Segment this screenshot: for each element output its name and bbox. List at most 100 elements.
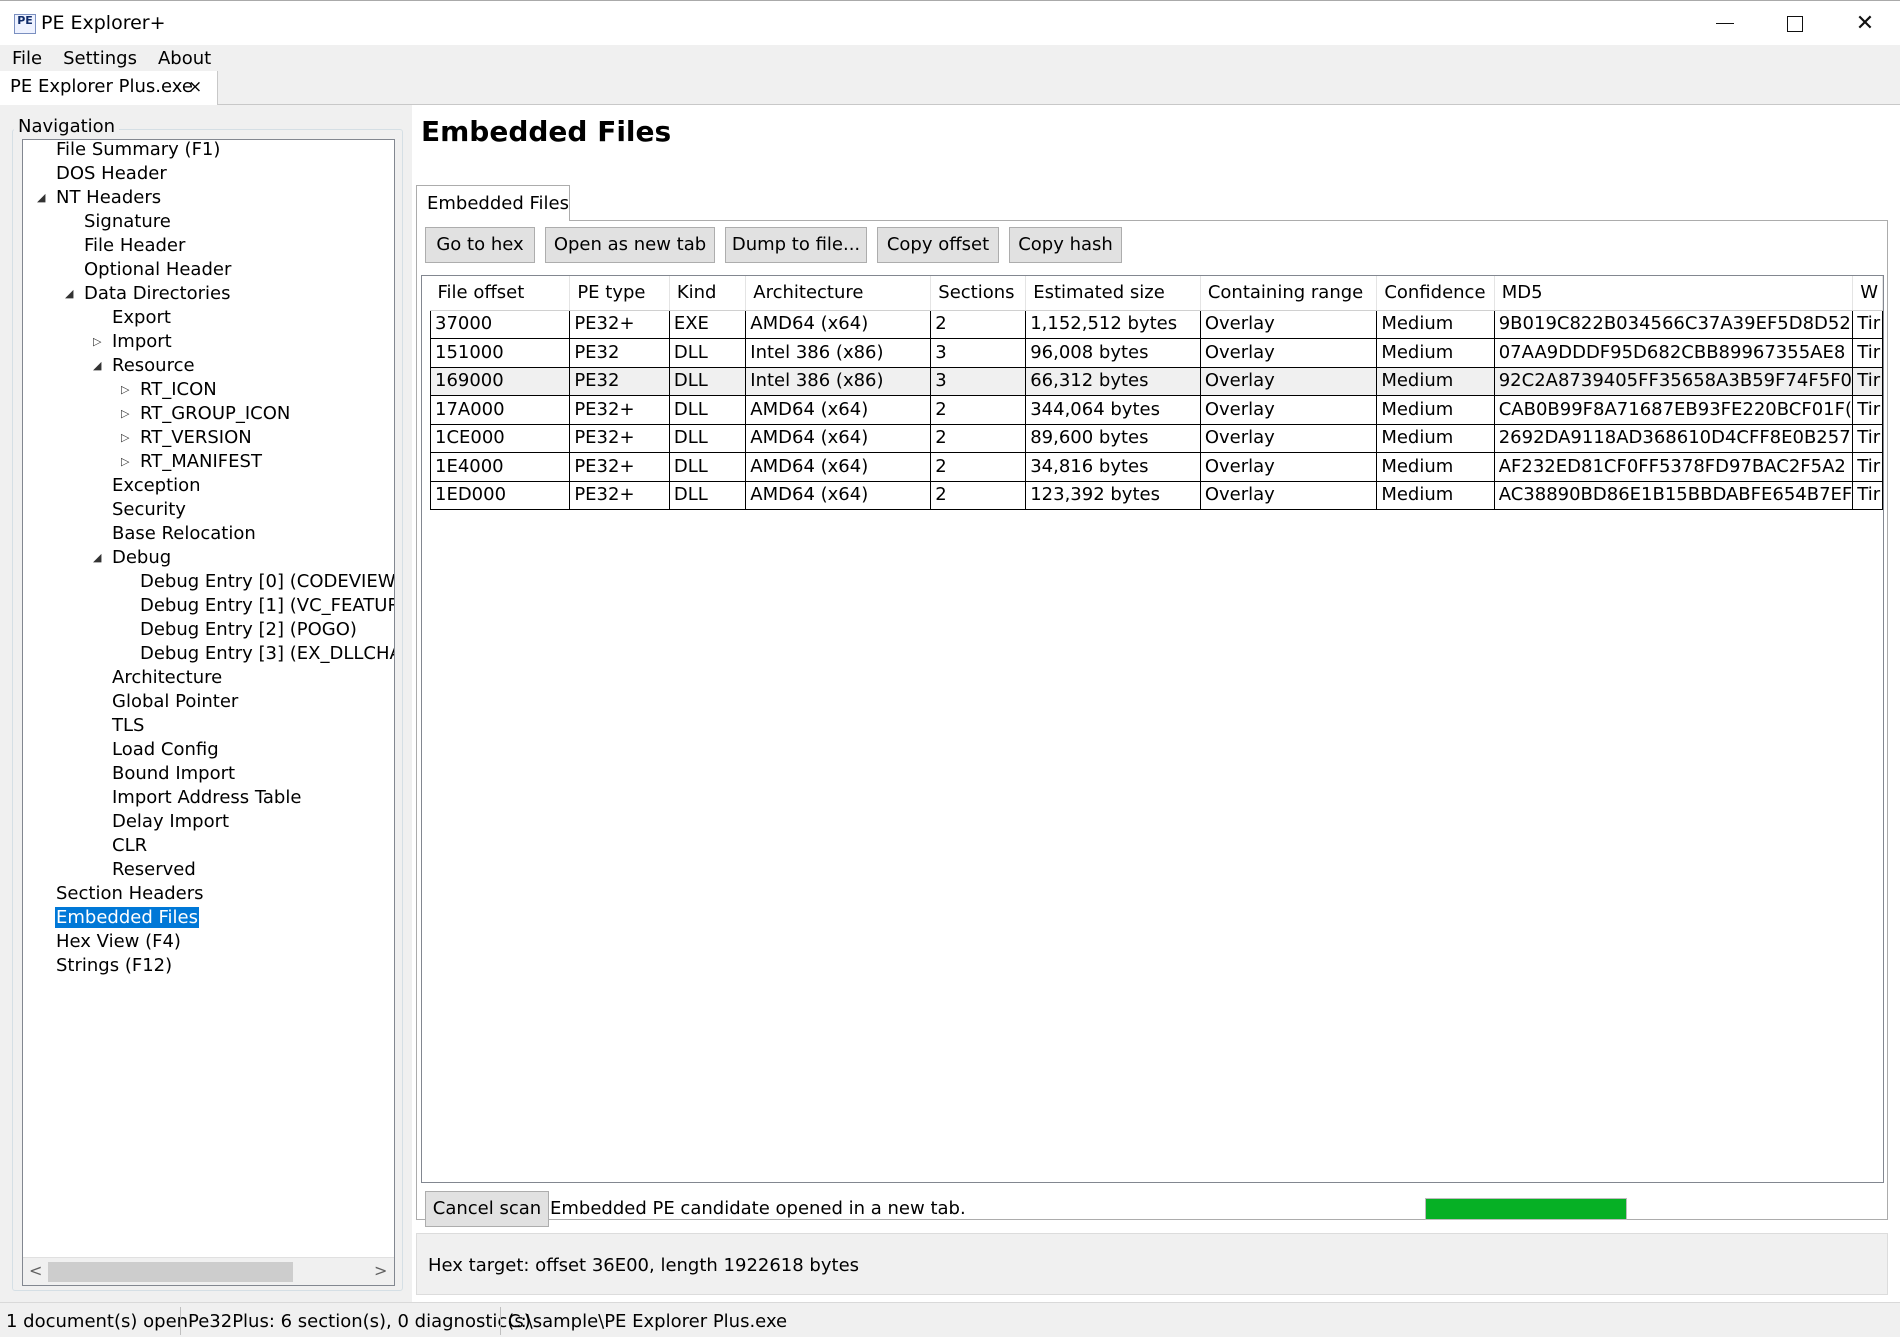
nav-item[interactable]: Global Pointer <box>111 690 239 714</box>
expanded-arrow-icon[interactable]: ◢ <box>93 354 101 378</box>
column-header[interactable]: Architecture <box>745 276 932 311</box>
menu-settings[interactable]: Settings <box>63 48 137 69</box>
table-cell: AC38890BD86E1B15BBDABFE654B7EF <box>1493 480 1854 510</box>
embedded-files-grid[interactable]: File offset PE type Kind Architecture Sectio… <box>421 275 1884 1183</box>
collapsed-arrow-icon[interactable]: ▷ <box>93 330 101 354</box>
table-cell: 151000 <box>429 338 571 368</box>
table-cell: Tir <box>1852 338 1883 368</box>
nav-item[interactable]: CLR <box>111 834 148 858</box>
collapsed-arrow-icon[interactable]: ▷ <box>121 450 129 474</box>
nav-item[interactable]: Architecture <box>111 666 223 690</box>
nav-item[interactable]: File Summary (F1) <box>55 140 221 162</box>
table-cell: Overlay <box>1199 366 1378 396</box>
nav-item[interactable]: ◢ Data Directories <box>65 282 231 306</box>
nav-item[interactable]: ▷ RT_ICON <box>121 378 218 402</box>
column-header[interactable]: Confidence <box>1376 276 1495 311</box>
column-header[interactable]: Sections <box>930 276 1027 311</box>
column-header[interactable]: Estimated size <box>1025 276 1201 311</box>
nav-item[interactable]: Debug Entry [3] (EX_DLLCHARACTERISTICS) <box>139 642 394 666</box>
table-row[interactable]: 1ED000 PE32+ DLL AMD64 (x64) 2 123,392 bytes O… <box>429 480 1883 510</box>
nav-item[interactable]: TLS <box>111 714 145 738</box>
expanded-arrow-icon[interactable]: ◢ <box>37 186 45 210</box>
menu-file[interactable]: File <box>12 48 42 69</box>
expanded-arrow-icon[interactable]: ◢ <box>93 546 101 570</box>
tab-close-icon[interactable]: × <box>188 77 202 97</box>
nav-item[interactable]: ◢ NT Headers <box>37 186 162 210</box>
nav-item[interactable]: DOS Header <box>55 162 168 186</box>
nav-item[interactable]: Import Address Table <box>111 786 302 810</box>
column-header[interactable]: MD5 <box>1494 276 1854 311</box>
navigation-tree[interactable]: Strings (F12) Hex View (F4) Embedded Files… <box>22 139 395 1286</box>
nav-item[interactable]: Strings (F12) <box>55 954 173 978</box>
table-row[interactable]: 151000 PE32 DLL Intel 386 (x86) 3 96,008 byte… <box>429 338 1883 368</box>
go-to-hex-button[interactable]: Go to hex <box>425 227 535 263</box>
table-row[interactable]: 17A000 PE32+ DLL AMD64 (x64) 2 344,064 bytes O… <box>429 395 1883 425</box>
nav-item[interactable]: Debug Entry [2] (POGO) <box>139 618 358 642</box>
nav-item[interactable]: Exception <box>111 474 202 498</box>
copy-offset-button[interactable]: Copy offset <box>877 227 999 263</box>
column-header[interactable]: Containing range <box>1200 276 1378 311</box>
document-tab[interactable]: PE Explorer Plus.exe × <box>0 71 218 106</box>
scroll-left-icon[interactable]: < <box>29 1261 42 1280</box>
nav-item[interactable]: ▷ RT_GROUP_ICON <box>121 402 291 426</box>
nav-item[interactable]: ▷ Import <box>93 330 173 354</box>
table-row[interactable]: 1CE000 PE32+ DLL AMD64 (x64) 2 89,600 bytes Ov… <box>429 423 1883 453</box>
column-header[interactable]: File offset <box>430 276 571 311</box>
scrollbar-thumb[interactable] <box>48 1262 293 1282</box>
nav-item[interactable]: Security <box>111 498 187 522</box>
table-cell: 169000 <box>429 366 571 396</box>
column-header[interactable]: W <box>1852 276 1883 311</box>
expanded-arrow-icon[interactable]: ◢ <box>65 282 73 306</box>
table-row[interactable]: 37000 PE32+ EXE AMD64 (x64) 2 1,152,512 bytes… <box>429 309 1883 339</box>
table-cell: Medium <box>1376 309 1495 339</box>
nav-item[interactable]: Load Config <box>111 738 220 762</box>
maximize-button[interactable] <box>1760 1 1830 46</box>
table-cell: Tir <box>1852 309 1883 339</box>
scroll-right-icon[interactable]: > <box>374 1261 387 1280</box>
tab-embedded-files[interactable]: Embedded Files <box>416 185 570 221</box>
column-header[interactable]: Kind <box>669 276 747 311</box>
table-cell: Overlay <box>1199 309 1378 339</box>
minimize-button[interactable] <box>1690 1 1760 46</box>
table-cell: DLL <box>668 366 747 396</box>
menu-about[interactable]: About <box>158 48 211 69</box>
nav-item-label: Import Address Table <box>112 787 302 808</box>
table-cell: AF232ED81CF0FF5378FD97BAC2F5A2 <box>1493 452 1854 482</box>
open-as-new-tab-button[interactable]: Open as new tab <box>545 227 715 263</box>
nav-item[interactable]: Debug Entry [1] (VC_FEATURE) <box>139 594 394 618</box>
nav-item[interactable]: Base Relocation <box>111 522 257 546</box>
table-cell: 344,064 bytes <box>1025 395 1201 425</box>
nav-item[interactable]: Optional Header <box>83 258 232 282</box>
column-header[interactable]: PE type <box>569 276 670 311</box>
nav-item[interactable]: ▷ RT_VERSION <box>121 426 253 450</box>
collapsed-arrow-icon[interactable]: ▷ <box>121 426 129 450</box>
table-cell: PE32+ <box>569 480 670 510</box>
nav-item[interactable]: Section Headers <box>55 882 205 906</box>
copy-hash-button[interactable]: Copy hash <box>1009 227 1122 263</box>
nav-item[interactable]: Embedded Files <box>55 906 199 930</box>
nav-item[interactable]: Delay Import <box>111 810 230 834</box>
nav-item[interactable]: File Header <box>83 234 186 258</box>
nav-item[interactable]: Bound Import <box>111 762 236 786</box>
dump-to-file-button[interactable]: Dump to file... <box>725 227 867 263</box>
table-cell: 37000 <box>429 309 571 339</box>
collapsed-arrow-icon[interactable]: ▷ <box>121 402 129 426</box>
table-cell: PE32 <box>569 338 670 368</box>
nav-item[interactable]: Reserved <box>111 858 197 882</box>
table-row[interactable]: 1E4000 PE32+ DLL AMD64 (x64) 2 34,816 bytes Ov… <box>429 452 1883 482</box>
horizontal-scrollbar[interactable]: < > <box>23 1257 394 1285</box>
nav-item[interactable]: ◢ Resource <box>93 354 196 378</box>
nav-item[interactable]: ▷ RT_MANIFEST <box>121 450 263 474</box>
table-row[interactable]: 169000 PE32 DLL Intel 386 (x86) 3 66,312 byte… <box>429 366 1883 396</box>
nav-item-label: Debug Entry [2] (POGO) <box>140 619 357 640</box>
nav-item[interactable]: Debug Entry [0] (CODEVIEW) <box>139 570 394 594</box>
cancel-scan-button[interactable]: Cancel scan <box>425 1191 549 1227</box>
nav-item[interactable]: Export <box>111 306 172 330</box>
table-cell: Overlay <box>1199 395 1378 425</box>
nav-item[interactable]: ◢ Debug <box>93 546 172 570</box>
collapsed-arrow-icon[interactable]: ▷ <box>121 378 129 402</box>
close-window-button[interactable]: ✕ <box>1830 1 1900 46</box>
nav-item[interactable]: Signature <box>83 210 172 234</box>
window-title: PE Explorer+ <box>41 12 166 34</box>
nav-item[interactable]: Hex View (F4) <box>55 930 182 954</box>
